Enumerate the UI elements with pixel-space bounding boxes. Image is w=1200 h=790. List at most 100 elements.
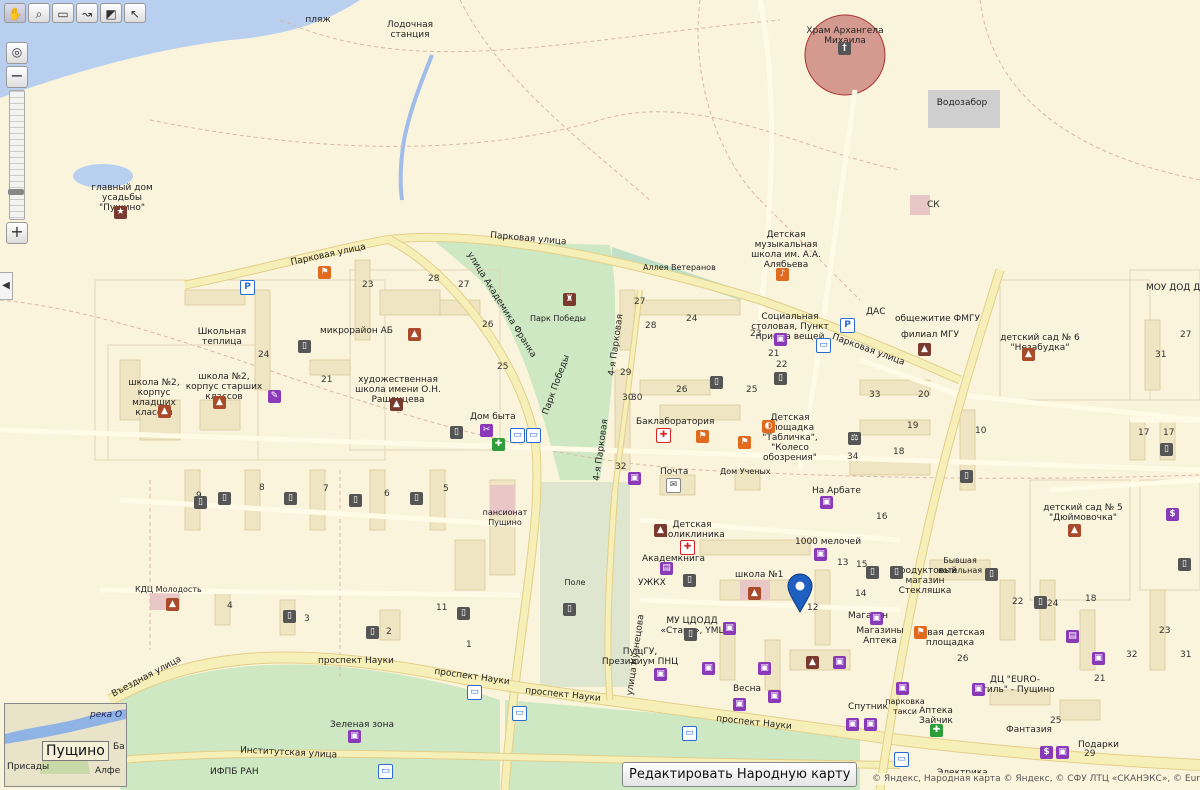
toilet-icon[interactable]: ▯ [450, 426, 463, 439]
parking-icon[interactable]: P [840, 318, 855, 333]
toilet-icon[interactable]: ▯ [194, 496, 207, 509]
toilet-icon[interactable]: ▯ [1034, 596, 1047, 609]
toilet-icon[interactable]: ▯ [774, 372, 787, 385]
shop-icon[interactable]: $ [1040, 746, 1053, 759]
pharmacy-icon[interactable]: ✚ [930, 724, 943, 737]
toilet-icon[interactable]: ▯ [1178, 558, 1191, 571]
kindergarten-icon[interactable]: ▲ [1068, 524, 1081, 537]
toilet-icon[interactable]: ▯ [457, 607, 470, 620]
hospital-icon[interactable]: ✚ [680, 540, 695, 555]
toilet-icon[interactable]: ▯ [284, 492, 297, 505]
shop-icon[interactable]: ▣ [814, 548, 827, 561]
school-icon[interactable]: ▲ [408, 328, 421, 341]
toilet-icon[interactable]: ▯ [218, 492, 231, 505]
manor-icon[interactable]: ★ [114, 206, 127, 219]
house-number: 23 [1159, 626, 1171, 636]
toilet-icon[interactable]: ▯ [366, 626, 379, 639]
locate-icon[interactable]: ◎ [6, 42, 28, 64]
playground-icon[interactable]: ⚑ [738, 436, 751, 449]
minimap[interactable]: река О Пущино Присады Ба Алфе [4, 703, 127, 787]
toilet-icon[interactable]: ▯ [985, 568, 998, 581]
bus-stop-icon[interactable]: ▭ [510, 428, 525, 443]
bus-stop-icon[interactable]: ▭ [526, 428, 541, 443]
bus-stop-icon[interactable]: ▭ [894, 752, 909, 767]
toilet-icon[interactable]: ▯ [563, 603, 576, 616]
zoom-slider[interactable] [8, 90, 25, 220]
shop-icon[interactable]: ▣ [733, 698, 746, 711]
school-icon[interactable]: ▲ [748, 587, 761, 600]
toilet-icon[interactable]: ▯ [890, 566, 903, 579]
bus-stop-icon[interactable]: ▭ [682, 726, 697, 741]
toilet-icon[interactable]: ▯ [710, 376, 723, 389]
food-icon[interactable]: ◐ [762, 420, 775, 433]
court-icon[interactable]: ⚖ [848, 432, 861, 445]
shop-icon[interactable]: ▣ [348, 730, 361, 743]
services-icon[interactable]: ✂ [480, 424, 493, 437]
school-icon[interactable]: ▲ [213, 396, 226, 409]
toilet-icon[interactable]: ▯ [298, 340, 311, 353]
shop-icon[interactable]: ▣ [654, 668, 667, 681]
university-icon[interactable]: ▲ [806, 656, 819, 669]
toilet-icon[interactable]: ▯ [866, 566, 879, 579]
layers-tool-icon[interactable]: ◩ [100, 3, 122, 23]
hospital-icon[interactable]: ✚ [656, 428, 671, 443]
bus-stop-icon[interactable]: ▭ [816, 338, 831, 353]
monument-icon[interactable]: ♜ [563, 293, 576, 306]
shop-icon[interactable]: ▣ [833, 656, 846, 669]
zoom-in-button[interactable]: + [6, 222, 28, 244]
parking-icon[interactable]: P [240, 280, 255, 295]
sport-icon[interactable]: ⚑ [318, 266, 331, 279]
clinic-icon[interactable]: ▲ [654, 524, 667, 537]
ruler-tool-icon[interactable]: ▭ [52, 3, 74, 23]
school-icon[interactable]: ▲ [158, 405, 171, 418]
toilet-icon[interactable]: ▯ [349, 494, 362, 507]
sport-icon[interactable]: ⚑ [696, 430, 709, 443]
select-tool-icon[interactable]: ↖ [124, 3, 146, 23]
shop-icon[interactable]: ▣ [846, 718, 859, 731]
church-icon[interactable]: † [838, 42, 851, 55]
toilet-icon[interactable]: ▯ [684, 628, 697, 641]
shop-icon[interactable]: ▣ [820, 496, 833, 509]
toilet-icon[interactable]: ▯ [960, 470, 973, 483]
university-icon[interactable]: ▲ [918, 343, 931, 356]
shop-icon[interactable]: ▣ [1092, 652, 1105, 665]
building-icon[interactable]: ▲ [166, 598, 179, 611]
shop-icon[interactable]: ▣ [723, 622, 736, 635]
shop-icon[interactable]: ▣ [870, 612, 883, 625]
shop-icon[interactable]: ▣ [768, 690, 781, 703]
bus-stop-icon[interactable]: ▭ [467, 685, 482, 700]
shop-icon[interactable]: ▣ [758, 662, 771, 675]
toilet-icon[interactable]: ▯ [283, 610, 296, 623]
music-icon[interactable]: ♪ [776, 268, 789, 281]
route-tool-icon[interactable]: ↝ [76, 3, 98, 23]
map-attribution[interactable]: © Яндекс, Народная карта © Яндекс, © СФУ… [870, 773, 1200, 785]
toilet-icon[interactable]: ▯ [410, 492, 423, 505]
book-icon[interactable]: ▤ [660, 562, 673, 575]
art-icon[interactable]: ▲ [390, 398, 403, 411]
shop-icon[interactable]: ▣ [702, 662, 715, 675]
shop-icon[interactable]: ▣ [896, 682, 909, 695]
shop-icon[interactable]: ▣ [864, 718, 877, 731]
zoom-slider-knob[interactable] [8, 189, 24, 195]
bank-icon[interactable]: $ [1166, 508, 1179, 521]
shop-icon[interactable]: ▣ [774, 333, 787, 346]
bus-stop-icon[interactable]: ▭ [512, 706, 527, 721]
pharmacy-icon[interactable]: ✚ [492, 438, 505, 451]
shop-icon[interactable]: ▣ [1056, 746, 1069, 759]
house-number: 25 [746, 385, 758, 395]
kindergarten-icon[interactable]: ▲ [1022, 348, 1035, 361]
shop-icon[interactable]: ▣ [628, 472, 641, 485]
shop-icon[interactable]: ▣ [972, 683, 985, 696]
toilet-icon[interactable]: ▯ [1160, 443, 1173, 456]
collapse-panel-icon[interactable]: ◀ [0, 272, 13, 300]
bus-stop-icon[interactable]: ▭ [378, 764, 393, 779]
mail-icon[interactable]: ✉ [666, 478, 681, 493]
book-icon[interactable]: ▤ [1066, 630, 1079, 643]
art-icon[interactable]: ✎ [268, 390, 281, 403]
hand-tool-icon[interactable]: ✋ [4, 3, 26, 23]
playground-icon[interactable]: ⚑ [914, 626, 927, 639]
zoom-out-button[interactable]: − [6, 66, 28, 88]
zoom-area-tool-icon[interactable]: ⌕ [28, 3, 50, 23]
edit-people-map-button[interactable]: Редактировать Народную карту [622, 762, 858, 787]
toilet-icon[interactable]: ▯ [683, 574, 696, 587]
